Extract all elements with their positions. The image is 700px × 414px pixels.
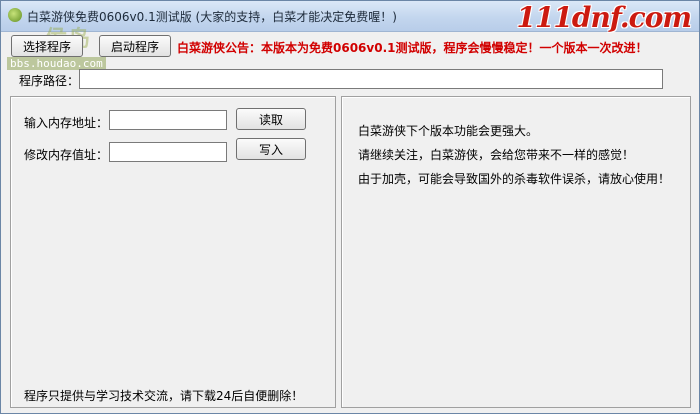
app-window: 白菜游侠免费0606v0.1测试版 (大家的支持，白菜才能决定免费喔！) 111…: [0, 0, 700, 414]
info-line: 请继续关注，白菜游侠，会给您带来不一样的感觉！: [358, 148, 635, 162]
memory-address-input[interactable]: [109, 110, 227, 130]
info-line: 由于加壳，可能会导致国外的杀毒软件误杀，请放心使用！: [358, 172, 671, 186]
brand-logo: 111dnf.com: [516, 1, 692, 34]
title-bar[interactable]: 白菜游侠免费0606v0.1测试版 (大家的支持，白菜才能决定免费喔！) 111…: [1, 1, 699, 34]
app-icon: [8, 8, 22, 22]
disclaimer-text: 程序只提供与学习技术交流，请下载24后自便删除！: [24, 389, 304, 403]
write-button[interactable]: 写入: [236, 138, 306, 160]
program-path-input[interactable]: [79, 69, 663, 89]
program-path-label: 程序路径：: [19, 74, 80, 88]
memory-address-label: 输入内存地址：: [24, 116, 109, 130]
window-title: 白菜游侠免费0606v0.1测试版 (大家的支持，白菜才能决定免费喔！): [27, 10, 397, 24]
memory-panel: 输入内存地址： 读取 修改内存值址： 写入 程序只提供与学习技术交流，请下载24…: [10, 96, 336, 408]
announcement-text: 白菜游侠公告：本版本为免费0606v0.1测试版，程序会慢慢稳定！一个版本一次改…: [177, 41, 648, 55]
start-program-button[interactable]: 启动程序: [99, 35, 171, 57]
info-line: 白菜游侠下个版本功能会更强大。: [358, 124, 539, 138]
memory-value-input[interactable]: [109, 142, 227, 162]
info-panel: 白菜游侠下个版本功能会更强大。 请继续关注，白菜游侠，会给您带来不一样的感觉！ …: [341, 96, 691, 408]
read-button[interactable]: 读取: [236, 108, 306, 130]
select-program-button[interactable]: 选择程序: [11, 35, 83, 57]
memory-value-label: 修改内存值址：: [24, 148, 109, 162]
